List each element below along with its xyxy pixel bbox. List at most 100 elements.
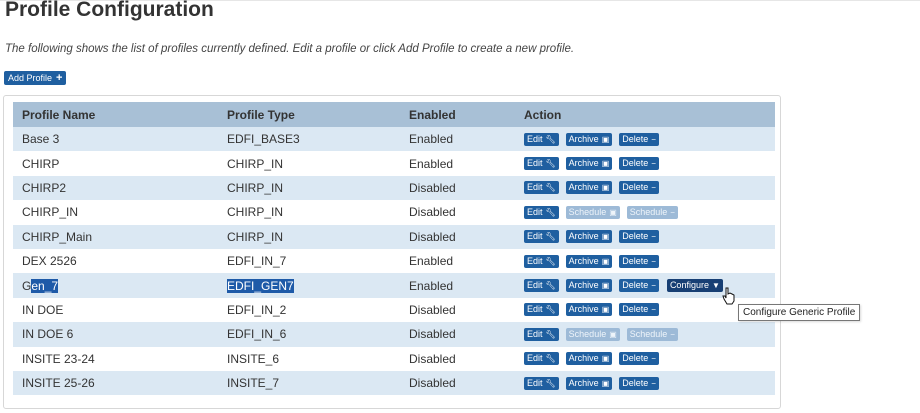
wrench-icon: 🔧︎ (545, 354, 556, 364)
profile-enabled: Disabled (409, 370, 524, 396)
profile-type-selected: EDFI_GEN7 (227, 278, 294, 293)
profile-enabled: Disabled (409, 322, 524, 347)
edit-button[interactable]: Edit 🔧︎ (524, 205, 559, 219)
profile-name[interactable]: Gen_7 (13, 273, 227, 298)
table-row: INSITE 25-26 INSITE_7 Disabled Edit 🔧︎ Ar… (13, 370, 775, 396)
edit-button[interactable]: Edit 🔧︎ (524, 132, 559, 146)
profile-name[interactable]: INSITE 23-24 (13, 347, 227, 371)
profile-name[interactable]: IN DOE (13, 298, 227, 322)
edit-button[interactable]: Edit 🔧︎ (524, 157, 559, 171)
archive-button[interactable]: Archive ▣ (565, 303, 613, 317)
archive-button[interactable]: Archive ▣ (565, 376, 613, 390)
header-enabled: Enabled (409, 102, 524, 127)
edit-label: Edit (527, 255, 543, 266)
wrench-icon: 🔧︎ (545, 329, 556, 339)
profile-type: CHIRP_IN (227, 175, 409, 201)
table-header-row: Profile Name Profile Type Enabled Action (13, 102, 775, 127)
delete-button[interactable]: Delete − (619, 181, 659, 195)
profile-type: EDFI_IN_7 (227, 254, 287, 269)
archive-box-icon: ▣ (601, 159, 610, 169)
delete-button[interactable]: Delete − (619, 279, 659, 293)
profile-name[interactable]: CHIRP2 (13, 175, 227, 201)
profile-name-selected: en_7 (31, 278, 59, 293)
profile-name[interactable]: Base 3 (13, 127, 227, 152)
schedule-disable-button[interactable]: Schedule − (626, 205, 678, 219)
profile-name[interactable]: CHIRP_IN (13, 200, 227, 224)
profile-name[interactable]: IN DOE 6 (13, 322, 227, 347)
profile-enabled: Disabled (409, 175, 524, 201)
minus-icon: − (651, 305, 656, 315)
wrench-icon: 🔧︎ (545, 232, 556, 242)
minus-icon: − (651, 232, 656, 242)
delete-button[interactable]: Delete − (619, 157, 659, 171)
delete-button[interactable]: Delete − (619, 254, 659, 268)
edit-button[interactable]: Edit 🔧︎ (524, 181, 559, 195)
delete-label: Delete (622, 255, 649, 266)
wrench-icon: 🔧︎ (545, 159, 556, 169)
header-profile-name: Profile Name (13, 102, 227, 127)
delete-button[interactable]: Delete − (619, 376, 659, 390)
archive-box-icon: ▣ (601, 183, 610, 193)
profile-type: INSITE_7 (227, 370, 409, 396)
configure-button[interactable]: Configure ▼ (666, 279, 723, 293)
archive-label: Archive (568, 353, 599, 364)
delete-button[interactable]: Delete − (619, 132, 659, 146)
archive-button[interactable]: Archive ▣ (565, 181, 613, 195)
table-row: CHIRP_Main CHIRP_IN Disabled Edit 🔧︎ Arch… (13, 224, 775, 249)
header-action: Action (524, 102, 775, 127)
delete-button[interactable]: Delete − (619, 303, 659, 317)
profiles-panel: Profile Name Profile Type Enabled Action… (3, 95, 781, 409)
profile-name[interactable]: INSITE 25-26 (13, 370, 227, 396)
schedule-disable-button[interactable]: Schedule − (626, 327, 678, 341)
wrench-icon: 🔧︎ (545, 281, 556, 291)
configure-tooltip: Configure Generic Profile (738, 304, 861, 321)
edit-button[interactable]: Edit 🔧︎ (524, 254, 559, 268)
edit-label: Edit (527, 231, 543, 242)
archive-box-icon: ▣ (601, 305, 610, 315)
archive-label: Archive (568, 255, 599, 266)
page-description: The following shows the list of profiles… (5, 43, 575, 55)
edit-button[interactable]: Edit 🔧︎ (524, 327, 559, 341)
table-row: IN DOE EDFI_IN_2 Disabled Edit 🔧︎ Archive… (13, 298, 775, 322)
minus-icon: − (651, 281, 656, 291)
archive-button[interactable]: Archive ▣ (565, 279, 613, 293)
archive-button[interactable]: Archive ▣ (565, 254, 613, 268)
delete-button[interactable]: Delete − (619, 230, 659, 244)
profile-enabled: Enabled (409, 156, 454, 171)
caret-down-icon: ▼ (711, 281, 720, 291)
add-profile-button[interactable]: Add Profile + (4, 71, 67, 85)
archive-button[interactable]: Archive ▣ (565, 157, 613, 171)
profile-type: EDFI_GEN7 (227, 273, 409, 298)
page-title: Profile Configuration (5, 0, 214, 21)
profile-name[interactable]: DEX 2526 (13, 249, 227, 273)
profile-name[interactable]: CHIRP (13, 151, 227, 175)
wrench-icon: 🔧︎ (545, 183, 556, 193)
edit-button[interactable]: Edit 🔧︎ (524, 279, 559, 293)
profile-enabled: Disabled (409, 205, 456, 220)
profile-enabled: Enabled (409, 273, 524, 298)
profile-enabled: Enabled (409, 254, 454, 269)
profile-type: CHIRP_IN (227, 156, 284, 171)
archive-box-icon: ▣ (601, 378, 610, 388)
archive-button[interactable]: Archive ▣ (565, 132, 613, 146)
delete-button[interactable]: Delete − (619, 352, 659, 366)
archive-button[interactable]: Archive ▣ (565, 230, 613, 244)
archive-label: Archive (568, 158, 599, 169)
archive-label: Archive (568, 377, 599, 388)
profile-type: INSITE_6 (227, 351, 280, 366)
profile-type: EDFI_BASE3 (227, 127, 409, 152)
edit-button[interactable]: Edit 🔧︎ (524, 303, 559, 317)
delete-label: Delete (622, 231, 649, 242)
schedule-button[interactable]: Schedule ▣ (565, 205, 620, 219)
archive-button[interactable]: Archive ▣ (565, 352, 613, 366)
profile-name[interactable]: CHIRP_Main (13, 224, 227, 249)
edit-button[interactable]: Edit 🔧︎ (524, 352, 559, 366)
edit-button[interactable]: Edit 🔧︎ (524, 376, 559, 390)
edit-button[interactable]: Edit 🔧︎ (524, 230, 559, 244)
schedule-button[interactable]: Schedule ▣ (565, 327, 620, 341)
archive-box-icon: ▣ (601, 232, 610, 242)
minus-icon: − (651, 256, 656, 266)
header-profile-type: Profile Type (227, 102, 409, 127)
hand-pointer-icon (722, 287, 735, 305)
profile-enabled: Disabled (409, 302, 456, 317)
